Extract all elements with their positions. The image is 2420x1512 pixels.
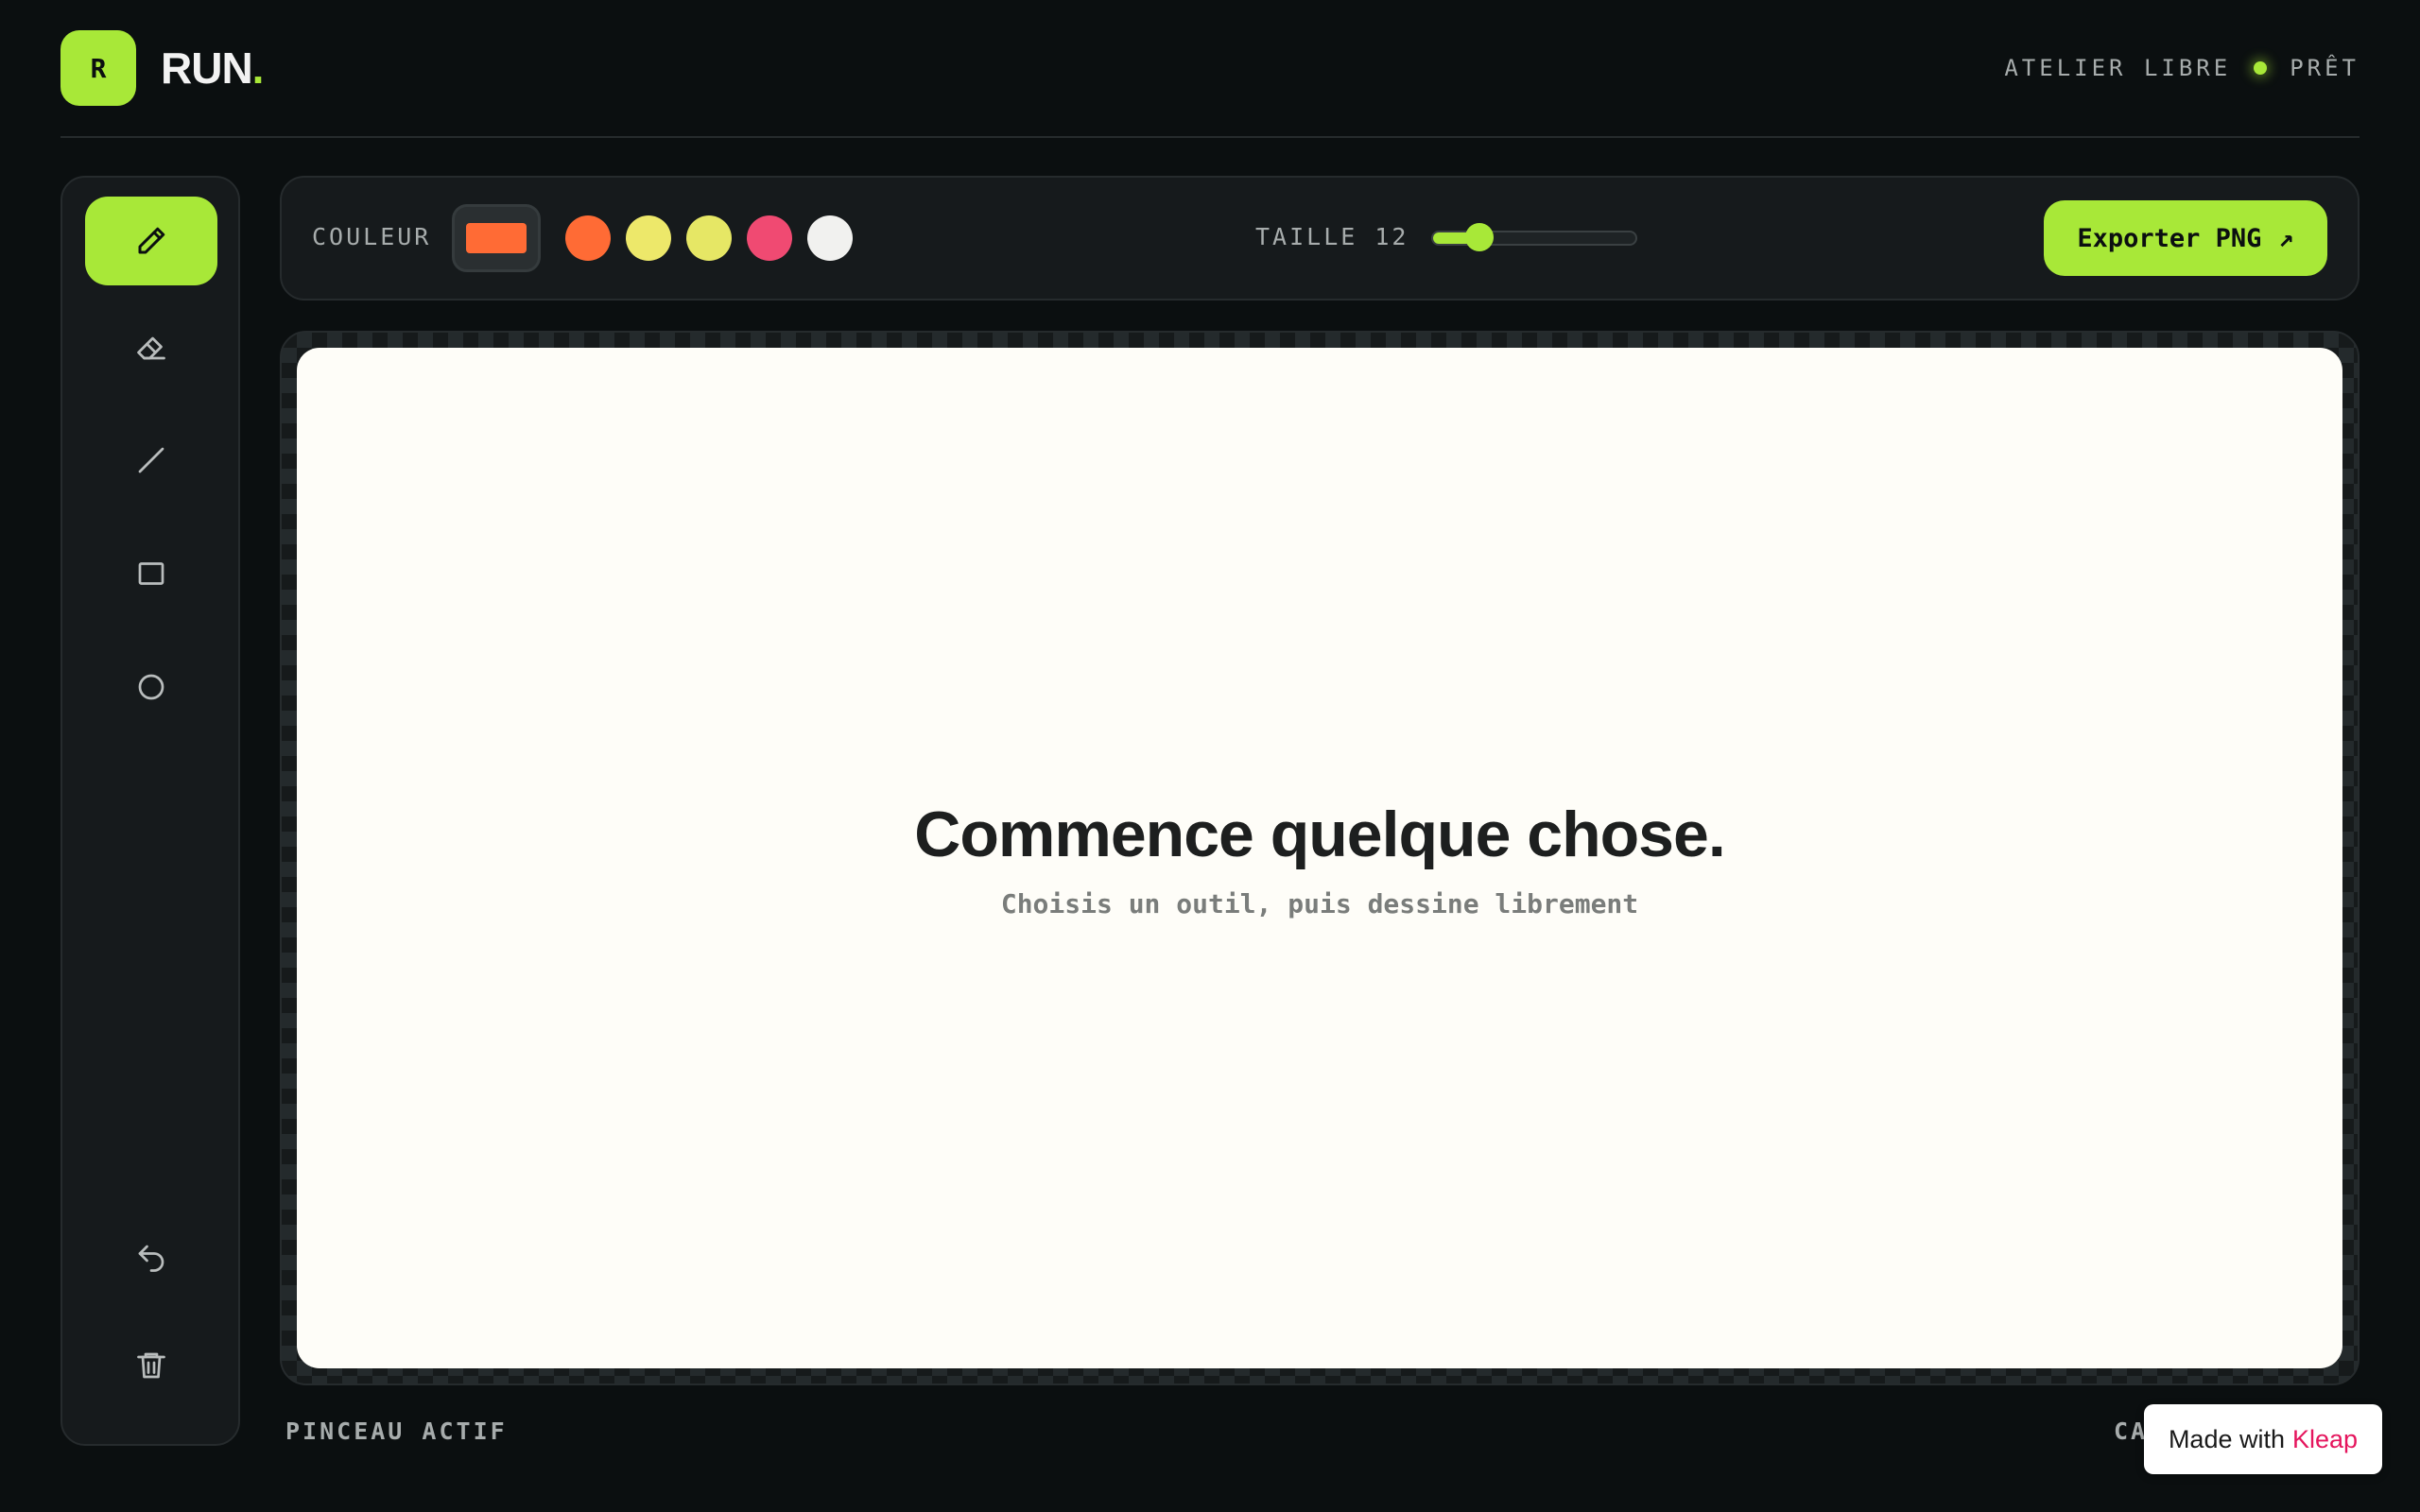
- trash-icon: [137, 1352, 165, 1379]
- workspace-label: ATELIER LIBRE: [2004, 55, 2232, 81]
- logo-letter: R: [90, 52, 107, 84]
- canvas-empty-title: Commence quelque chose.: [914, 799, 1725, 870]
- palette-swatch-5[interactable]: [807, 215, 853, 261]
- toolbar: COULEUR TAILLE 12 Exporter PNG ↗: [280, 176, 2360, 301]
- eraser-icon: [137, 336, 165, 360]
- palette-swatch-3[interactable]: [686, 215, 732, 261]
- size-value: 12: [1374, 223, 1409, 250]
- tool-circle-button[interactable]: [85, 643, 217, 731]
- brand-name-text: RUN: [161, 43, 253, 93]
- undo-icon: [138, 1245, 164, 1272]
- app-header: R RUN. ATELIER LIBRE PRÊT: [60, 30, 2360, 106]
- status-dot-icon: [2254, 61, 2268, 75]
- size-label-text: TAILLE: [1255, 223, 1358, 250]
- export-png-button[interactable]: Exporter PNG ↗: [2044, 200, 2327, 276]
- made-with-brand: Kleap: [2292, 1424, 2359, 1453]
- brand-dot: .: [251, 43, 265, 93]
- status-label: PRÊT: [2290, 55, 2360, 81]
- brand[interactable]: R RUN.: [60, 30, 265, 106]
- size-label: TAILLE 12: [1255, 223, 1409, 250]
- tool-line-button[interactable]: [85, 416, 217, 505]
- size-slider-thumb[interactable]: [1465, 223, 1495, 251]
- tool-sidebar: [60, 176, 240, 1446]
- clear-button[interactable]: [85, 1321, 217, 1410]
- current-color-fill: [466, 223, 527, 253]
- arrow-up-right-icon: ↗: [2278, 223, 2294, 253]
- undo-button[interactable]: [85, 1213, 217, 1302]
- current-color-picker[interactable]: [452, 204, 541, 272]
- canvas-frame: Commence quelque chose. Choisis un outil…: [280, 331, 2360, 1385]
- tool-pencil-button[interactable]: [85, 197, 217, 285]
- palette-swatch-1[interactable]: [565, 215, 611, 261]
- pencil-icon: [138, 227, 165, 254]
- made-with-label: Made with: [2168, 1424, 2285, 1453]
- tool-rectangle-button[interactable]: [85, 529, 217, 618]
- status-area: ATELIER LIBRE PRÊT: [2004, 55, 2360, 81]
- tool-eraser-button[interactable]: [85, 302, 217, 391]
- rectangle-icon: [138, 562, 164, 585]
- size-slider[interactable]: [1431, 223, 1637, 251]
- color-label: COULEUR: [312, 223, 432, 250]
- palette-swatch-2[interactable]: [626, 215, 671, 261]
- circle-icon: [138, 674, 164, 700]
- active-tool-status: PINCEAU ACTIF: [285, 1418, 508, 1445]
- export-label: Exporter PNG: [2077, 223, 2262, 253]
- canvas-empty-subtitle: Choisis un outil, puis dessine librement: [1000, 888, 1639, 919]
- line-icon: [138, 447, 164, 473]
- made-with-badge[interactable]: Made with Kleap: [2144, 1404, 2382, 1474]
- palette-swatch-4[interactable]: [747, 215, 792, 261]
- logo-badge: R: [60, 30, 136, 106]
- brand-name: RUN.: [161, 43, 265, 94]
- drawing-canvas[interactable]: Commence quelque chose. Choisis un outil…: [297, 348, 2342, 1368]
- header-divider: [60, 136, 2360, 138]
